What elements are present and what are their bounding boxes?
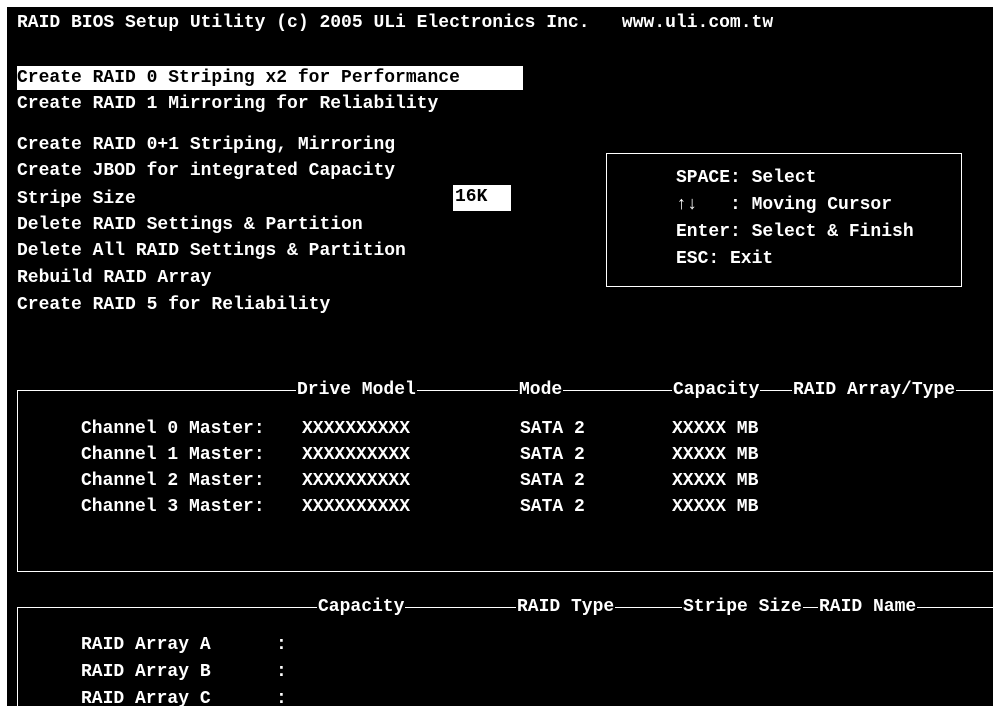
help-exit: ESC: Exit [676, 249, 774, 269]
header-stripe-size: Stripe Size [682, 595, 803, 619]
menu-item-create-raid0[interactable]: Create RAID 0 Striping x2 for Performanc… [17, 66, 523, 90]
bios-screen: RAID BIOS Setup Utility (c) 2005 ULi Ele… [7, 7, 993, 706]
raid-array-a-label: RAID Array A [81, 635, 211, 655]
raid-array-c-sep: : [276, 689, 287, 706]
menu-item-create-raid5[interactable]: Create RAID 5 for Reliability [17, 293, 336, 317]
menu-item-create-raid01[interactable]: Create RAID 0+1 Striping, Mirroring [17, 133, 401, 157]
help-enter: Enter: Select & Finish [676, 222, 914, 242]
header-raid-name: RAID Name [818, 595, 918, 619]
stripe-size-value[interactable]: 16K [453, 185, 511, 211]
channel-3-capacity: XXXXX MB [672, 497, 759, 517]
help-box: SPACE: Select ↑↓ : Moving Cursor Enter: … [606, 153, 962, 287]
menu-item-delete-raid[interactable]: Delete RAID Settings & Partition [17, 213, 369, 237]
drive-table: Drive Model Mode Capacity RAID Array/Typ… [17, 378, 993, 572]
channel-0-model: XXXXXXXXXX [302, 419, 411, 439]
channel-2-model: XXXXXXXXXX [302, 471, 411, 491]
header-raid-type: RAID Type [516, 595, 616, 619]
raid-array-b-sep: : [276, 662, 287, 682]
header-capacity: Capacity [672, 378, 761, 402]
header-drive-model: Drive Model [296, 378, 417, 402]
raid-array-table: Capacity RAID Type Stripe Size RAID Name… [17, 595, 993, 706]
channel-3-model: XXXXXXXXXX [302, 497, 411, 517]
channel-2-label: Channel 2 Master: [81, 471, 265, 491]
menu-item-stripe-size[interactable]: Stripe Size [17, 187, 142, 211]
raid-array-c-label: RAID Array C [81, 689, 211, 706]
channel-1-label: Channel 1 Master: [81, 445, 265, 465]
help-moving-cursor: ↑↓ : Moving Cursor [676, 195, 893, 215]
channel-0-capacity: XXXXX MB [672, 419, 759, 439]
raid-array-a-sep: : [276, 635, 287, 655]
channel-3-mode: SATA 2 [520, 497, 585, 517]
utility-title: RAID BIOS Setup Utility (c) 2005 ULi Ele… [17, 13, 774, 33]
channel-2-capacity: XXXXX MB [672, 471, 759, 491]
channel-1-model: XXXXXXXXXX [302, 445, 411, 465]
raid-array-b-label: RAID Array B [81, 662, 211, 682]
channel-0-label: Channel 0 Master: [81, 419, 265, 439]
channel-1-mode: SATA 2 [520, 445, 585, 465]
channel-3-label: Channel 3 Master: [81, 497, 265, 517]
menu-item-delete-all-raid[interactable]: Delete All RAID Settings & Partition [17, 239, 412, 263]
channel-2-mode: SATA 2 [520, 471, 585, 491]
menu-item-rebuild-raid[interactable]: Rebuild RAID Array [17, 266, 217, 290]
menu-item-create-jbod[interactable]: Create JBOD for integrated Capacity [17, 159, 401, 183]
header-raid-array-type: RAID Array/Type [792, 378, 957, 402]
channel-0-mode: SATA 2 [520, 419, 585, 439]
channel-1-capacity: XXXXX MB [672, 445, 759, 465]
menu-item-create-raid1[interactable]: Create RAID 1 Mirroring for Reliability [17, 92, 444, 116]
header-mode: Mode [518, 378, 564, 402]
header-array-capacity: Capacity [317, 595, 406, 619]
help-select: SPACE: Select [676, 168, 817, 188]
